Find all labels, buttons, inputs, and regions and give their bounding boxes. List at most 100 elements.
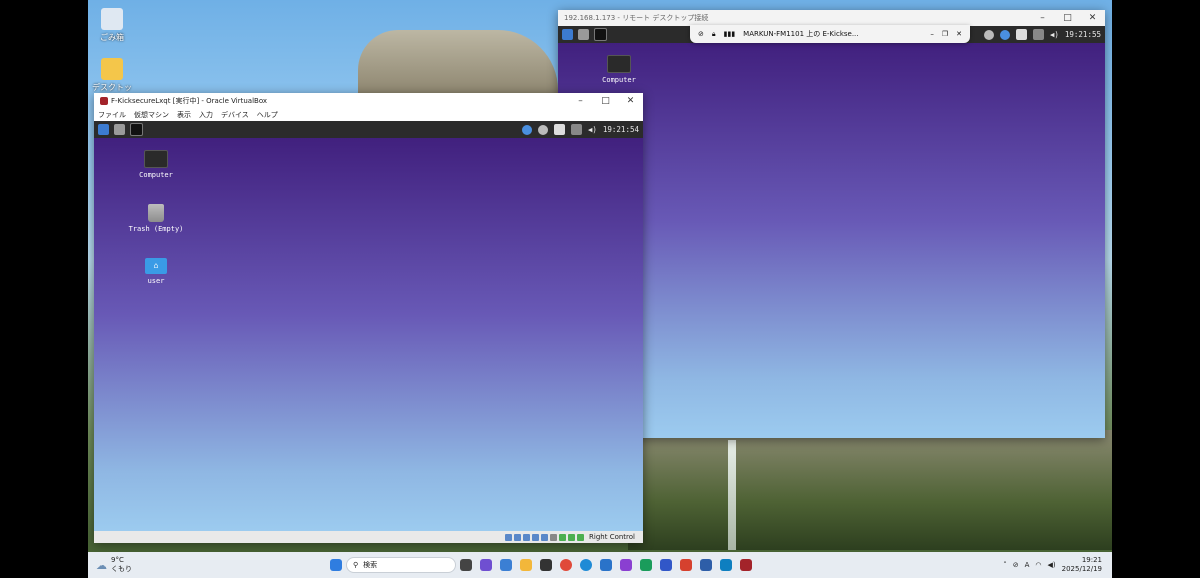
chat-icon[interactable] <box>500 559 512 571</box>
taskbar-search[interactable]: ⚲ 検索 <box>346 557 456 573</box>
app-icon-5[interactable] <box>720 559 732 571</box>
terminal-app-icon[interactable] <box>540 559 552 571</box>
menu-machine[interactable]: 仮想マシン <box>134 110 169 120</box>
start-menu-icon[interactable] <box>562 29 573 40</box>
desktop-icon-recycle-bin[interactable]: ごみ箱 <box>90 8 134 43</box>
rdp-close-button[interactable]: ✕ <box>956 30 962 38</box>
harddisk-status-icon[interactable] <box>505 533 513 541</box>
terminal-icon[interactable] <box>594 28 607 41</box>
network-icon[interactable]: ⊘ <box>1013 561 1019 569</box>
volume-icon[interactable]: ◀) <box>588 125 597 134</box>
file-manager-icon[interactable] <box>578 29 589 40</box>
minimize-button[interactable]: – <box>568 96 593 106</box>
guest-icon-computer[interactable]: Computer <box>121 150 191 179</box>
menu-view[interactable]: 表示 <box>177 110 191 120</box>
copilot-icon[interactable] <box>480 559 492 571</box>
recycle-bin-icon <box>101 8 123 30</box>
guest-icon-computer[interactable]: Computer <box>584 55 654 84</box>
network-status-icon[interactable] <box>532 533 540 541</box>
vbox-window-title: F-KicksecureLxqt [実行中] - Oracle VirtualB… <box>111 97 268 105</box>
rdp-clock: 19:21:55 <box>1064 30 1101 39</box>
app-icon-4[interactable] <box>700 559 712 571</box>
usb-status-icon[interactable] <box>541 533 549 541</box>
rdp-titlebar[interactable]: 192.168.1.173 - リモート デスクトップ接続 – □ ✕ <box>558 10 1105 26</box>
guest-icon-trash[interactable]: Trash (Empty) <box>121 204 191 233</box>
edge-icon[interactable] <box>580 559 592 571</box>
display-icon[interactable] <box>1015 29 1027 40</box>
guest-icon-label: Trash (Empty) <box>128 225 184 233</box>
file-manager-icon[interactable] <box>114 124 125 135</box>
info-icon[interactable] <box>521 124 532 135</box>
rdp-connection-bar: ⊘ 🔒︎ ▮▮▮ MARKUN-FM1101 上の E-Kickse... – … <box>690 25 970 43</box>
cloud-icon: ☁ <box>96 558 107 572</box>
lock-icon[interactable] <box>983 29 994 40</box>
vscode-icon[interactable] <box>660 559 672 571</box>
app-icon-1[interactable] <box>620 559 632 571</box>
start-button[interactable] <box>330 559 342 571</box>
mouse-integration-icon[interactable] <box>577 533 585 541</box>
cpu-status-icon[interactable] <box>559 533 567 541</box>
chrome-icon[interactable] <box>560 559 572 571</box>
vbox-clock: 19:21:54 <box>602 125 639 134</box>
maximize-button[interactable]: □ <box>1055 13 1080 23</box>
taskbar-time: 19:21 <box>1081 556 1102 564</box>
wifi-icon[interactable]: ◠ <box>1035 561 1041 569</box>
vbox-statusbar: Right Control <box>94 531 643 543</box>
virtualbox-taskbar-icon[interactable] <box>740 559 752 571</box>
file-explorer-icon[interactable] <box>520 559 532 571</box>
speaker-icon[interactable]: ◀) <box>1048 561 1056 569</box>
search-icon: ⚲ <box>353 561 359 569</box>
close-button[interactable]: ✕ <box>618 96 643 106</box>
lock-icon[interactable] <box>537 124 548 135</box>
app-icon-2[interactable] <box>640 559 652 571</box>
computer-icon <box>144 150 168 168</box>
host-key-label[interactable]: Right Control <box>589 533 635 541</box>
vbox-guest-desktop: Computer Trash (Empty) ⌂ user <box>94 138 643 531</box>
virtualbox-app-icon <box>100 97 108 105</box>
vbox-menubar: ファイル 仮想マシン 表示 入力 デバイス ヘルプ <box>94 109 643 121</box>
battery-icon[interactable] <box>1032 29 1044 40</box>
virtualbox-window[interactable]: F-KicksecureLxqt [実行中] - Oracle VirtualB… <box>94 93 643 543</box>
ime-indicator[interactable]: A <box>1025 561 1030 569</box>
taskbar-clock[interactable]: 19:21 2025/12/19 <box>1062 556 1102 574</box>
weather-widget[interactable]: ☁ 9°C くもり <box>88 556 326 574</box>
optical-status-icon[interactable] <box>514 533 522 541</box>
taskbar-date: 2025/12/19 <box>1061 565 1102 573</box>
menu-file[interactable]: ファイル <box>98 110 126 120</box>
start-menu-icon[interactable] <box>98 124 109 135</box>
vbox-titlebar[interactable]: F-KicksecureLxqt [実行中] - Oracle VirtualB… <box>94 93 643 109</box>
weather-desc: くもり <box>111 565 132 573</box>
search-placeholder: 検索 <box>363 561 378 569</box>
menu-devices[interactable]: デバイス <box>221 110 249 120</box>
rdp-restore-button[interactable]: ❐ <box>942 30 948 38</box>
padlock-icon: 🔒︎ <box>711 29 716 38</box>
background-gorge <box>628 430 1112 550</box>
background-waterfall <box>728 440 736 550</box>
display-icon[interactable] <box>553 124 565 135</box>
home-folder-icon: ⌂ <box>145 258 167 274</box>
terminal-icon[interactable] <box>130 123 143 136</box>
folder-shortcut-icon <box>101 58 123 80</box>
menu-help[interactable]: ヘルプ <box>257 110 278 120</box>
close-button[interactable]: ✕ <box>1080 13 1105 23</box>
menu-input[interactable]: 入力 <box>199 110 213 120</box>
info-icon[interactable] <box>999 29 1010 40</box>
audio-status-icon[interactable] <box>523 533 531 541</box>
recording-status-icon[interactable] <box>568 533 576 541</box>
shared-folder-status-icon[interactable] <box>550 533 558 541</box>
minimize-button[interactable]: – <box>1030 13 1055 23</box>
battery-icon[interactable] <box>570 124 582 135</box>
pin-off-icon[interactable]: ⊘ <box>698 30 704 38</box>
rdp-minimize-button[interactable]: – <box>930 30 934 38</box>
host-desktop: ごみ箱 デスクトップ 192.168.1.173 - リモート デスクトップ接続… <box>88 0 1112 578</box>
maximize-button[interactable]: □ <box>593 96 618 106</box>
store-icon[interactable] <box>600 559 612 571</box>
guest-icon-label: Computer <box>139 171 173 179</box>
taskview-icon[interactable] <box>460 559 472 571</box>
chevron-up-icon[interactable]: ˄ <box>1003 561 1007 569</box>
app-icon-3[interactable] <box>680 559 692 571</box>
volume-icon[interactable]: ◀) <box>1050 30 1059 39</box>
vbox-guest-toolbar: ◀) 19:21:54 <box>94 121 643 138</box>
guest-icon-user-home[interactable]: ⌂ user <box>121 258 191 285</box>
guest-icon-label: Computer <box>602 76 636 84</box>
